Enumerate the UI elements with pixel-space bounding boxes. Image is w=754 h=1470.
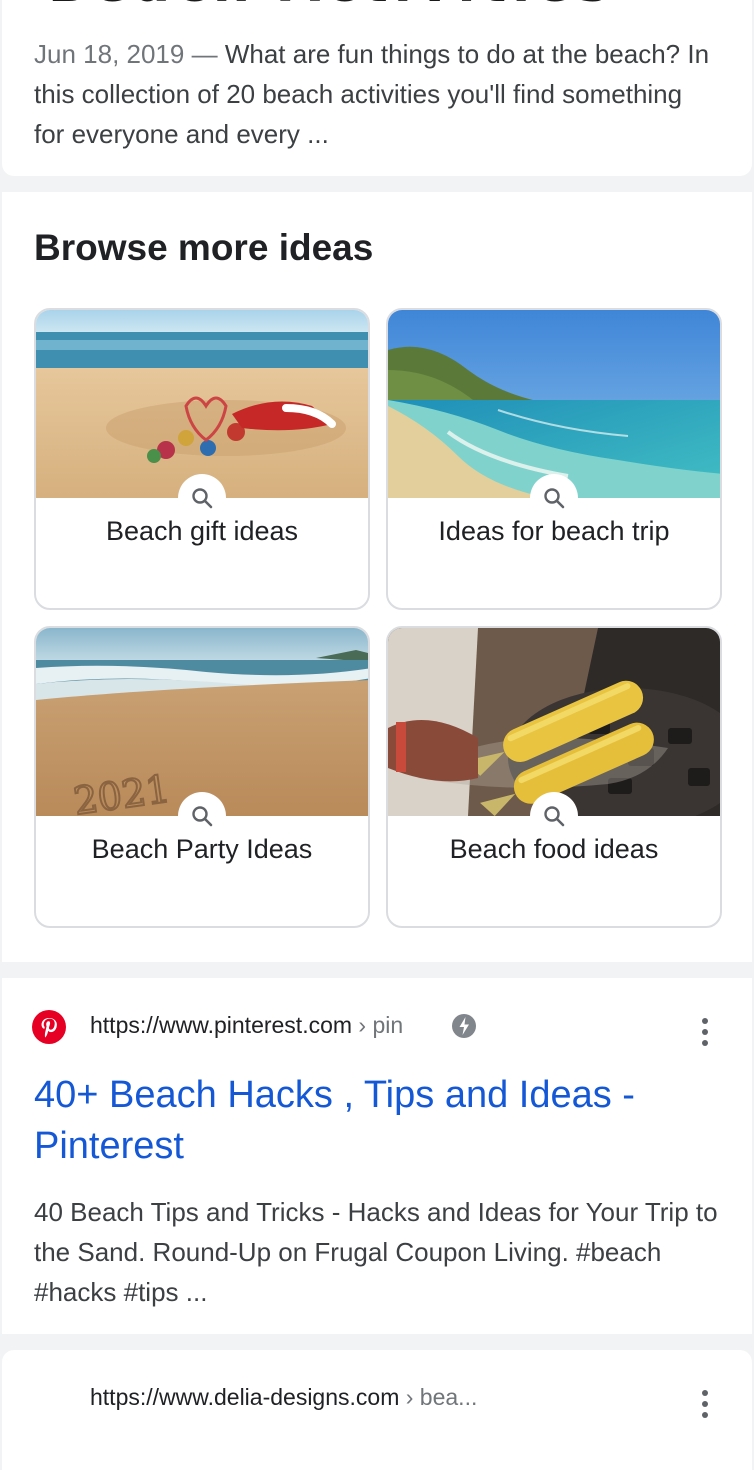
result-snippet: Jun 18, 2019 — What are fun things to do… bbox=[34, 34, 714, 154]
result-title-link[interactable]: 40+ Beach Hacks , Tips and Ideas - Pinte… bbox=[34, 1070, 724, 1172]
tile-image bbox=[388, 628, 720, 816]
date-separator: — bbox=[191, 39, 218, 69]
browse-more-ideas-card: Browse more ideas Beach gift ideas Ideas… bbox=[2, 192, 752, 962]
pinterest-favicon-icon bbox=[32, 1010, 66, 1044]
delia-designs-result-card: https://www.delia-designs.com › bea... bbox=[2, 1350, 752, 1470]
result-url[interactable]: https://www.pinterest.com › pin bbox=[90, 1012, 403, 1039]
idea-tile-beach-party-ideas[interactable]: 2021 Beach Party Ideas bbox=[34, 626, 370, 928]
tile-label: Ideas for beach trip bbox=[438, 516, 670, 546]
search-icon bbox=[530, 474, 578, 522]
result-thumbnail[interactable]: Beach Activities bbox=[34, 0, 722, 10]
tile-image bbox=[36, 310, 368, 498]
amp-lightning-icon bbox=[450, 1012, 478, 1040]
idea-tile-beach-food-ideas[interactable]: Beach food ideas bbox=[386, 626, 722, 928]
result-path: › bea... bbox=[399, 1384, 478, 1410]
tile-image bbox=[388, 310, 720, 498]
thumbnail-title-fragment: Beach Activities bbox=[48, 0, 614, 10]
result-domain: https://www.delia-designs.com bbox=[90, 1384, 400, 1410]
browse-title: Browse more ideas bbox=[34, 227, 374, 268]
idea-tile-beach-gift-ideas[interactable]: Beach gift ideas bbox=[34, 308, 370, 610]
more-options-icon[interactable] bbox=[698, 1014, 712, 1050]
tile-label: Beach food ideas bbox=[449, 834, 659, 864]
tile-image: 2021 bbox=[36, 628, 368, 816]
tile-label: Beach Party Ideas bbox=[91, 834, 313, 864]
result-url[interactable]: https://www.delia-designs.com › bea... bbox=[90, 1384, 477, 1411]
result-domain: https://www.pinterest.com bbox=[90, 1012, 353, 1038]
search-icon bbox=[178, 792, 226, 840]
result-path: › pin bbox=[352, 1012, 404, 1038]
more-options-icon[interactable] bbox=[698, 1386, 712, 1422]
search-icon bbox=[530, 792, 578, 840]
result-snippet: 40 Beach Tips and Tricks - Hacks and Ide… bbox=[34, 1197, 718, 1307]
tile-label: Beach gift ideas bbox=[105, 516, 299, 546]
idea-tile-ideas-for-beach-trip[interactable]: Ideas for beach trip bbox=[386, 308, 722, 610]
pinterest-result-card: https://www.pinterest.com › pin 40+ Beac… bbox=[2, 978, 752, 1334]
search-icon bbox=[178, 474, 226, 522]
result-date: Jun 18, 2019 bbox=[34, 39, 185, 69]
top-result-card: Beach Activities Jun 18, 2019 — What are… bbox=[2, 0, 752, 176]
